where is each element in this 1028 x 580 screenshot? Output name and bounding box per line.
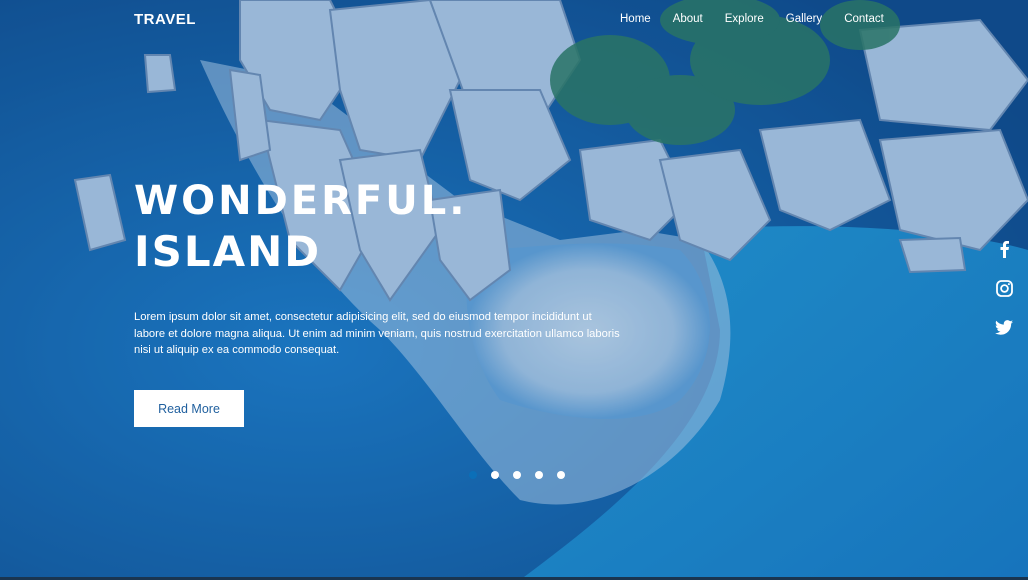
- nav-explore[interactable]: Explore: [725, 13, 764, 25]
- slider-dot[interactable]: [469, 471, 477, 479]
- slider-dot[interactable]: [513, 471, 521, 479]
- nav-contact[interactable]: Contact: [844, 13, 884, 25]
- hero-background-image: [0, 0, 1028, 580]
- brand-logo[interactable]: TRAVEL: [134, 11, 196, 28]
- hero-paragraph-line2: labore et dolore magna aliqua. Ut enim a…: [134, 327, 620, 340]
- instagram-icon[interactable]: [993, 277, 1015, 299]
- hero-headline-line1: WONDERFUL.: [134, 178, 468, 224]
- slider-dot[interactable]: [557, 471, 565, 479]
- read-more-button[interactable]: Read More: [134, 390, 244, 427]
- nav-about[interactable]: About: [673, 13, 703, 25]
- hero-paragraph-line1: Lorem ipsum dolor sit amet, consectetur …: [134, 311, 592, 323]
- hero-paragraph: Lorem ipsum dolor sit amet, consectetur …: [134, 309, 679, 359]
- slider-dots: [469, 471, 565, 479]
- nav-gallery[interactable]: Gallery: [786, 13, 822, 25]
- slider-dot[interactable]: [535, 471, 543, 479]
- hero-headline-line2: ISLAND: [134, 227, 322, 276]
- slider-dot[interactable]: [491, 471, 499, 479]
- main-nav: Home About Explore Gallery Contact: [620, 13, 906, 25]
- facebook-icon[interactable]: [993, 238, 1015, 260]
- twitter-icon[interactable]: [993, 316, 1015, 338]
- hero-paragraph-line3: nisi ut aliquip ex ea commodo consequat.: [134, 344, 340, 356]
- nav-home[interactable]: Home: [620, 13, 651, 25]
